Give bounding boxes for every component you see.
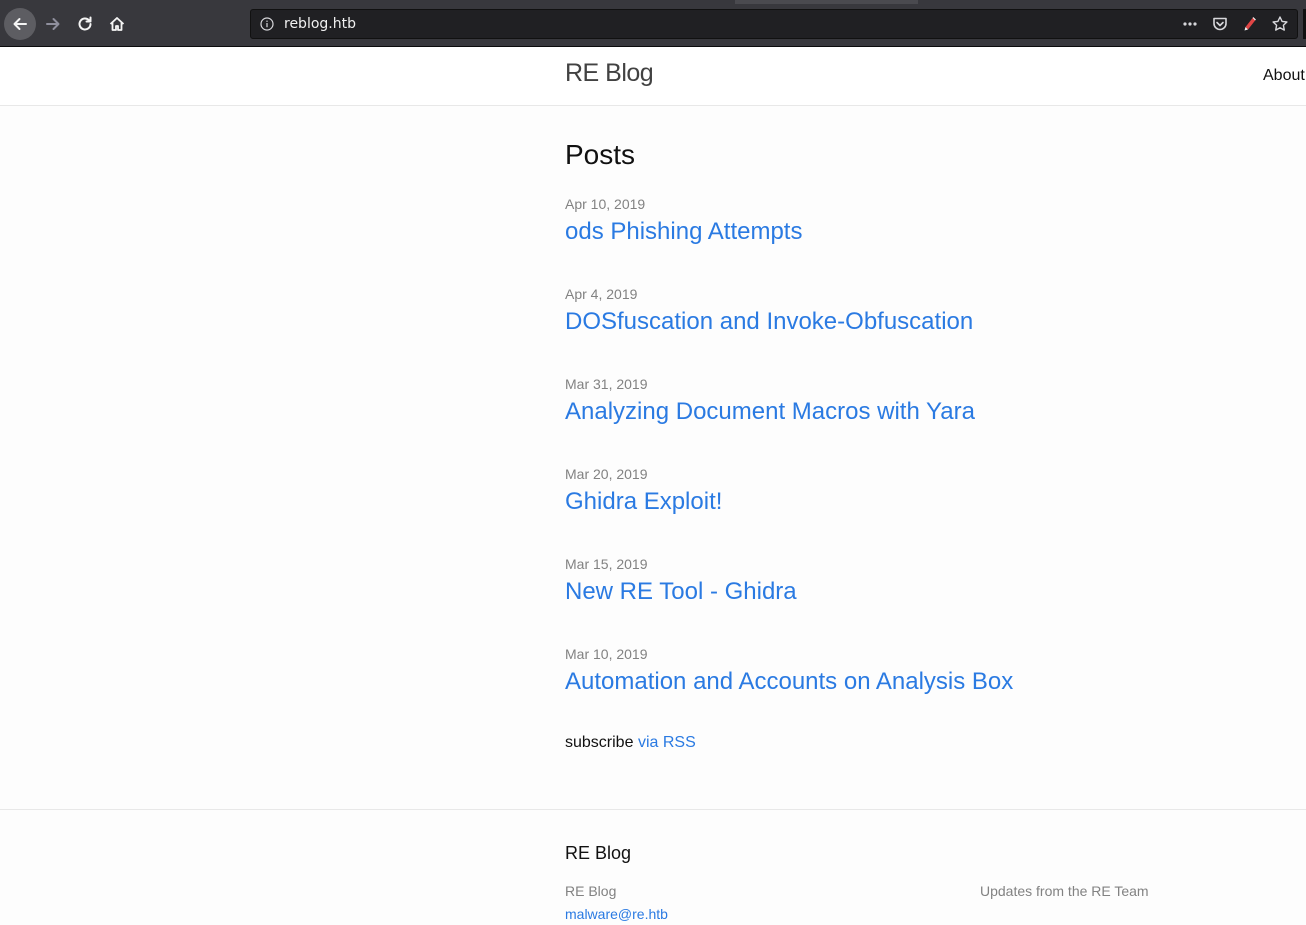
list-item: Mar 20, 2019 Ghidra Exploit! xyxy=(565,466,722,516)
tab-indicator xyxy=(735,0,918,4)
url-bar[interactable]: reblog.htb xyxy=(250,9,1298,39)
site-footer: RE Blog RE Blog malware@re.htb Updates f… xyxy=(0,809,1306,925)
post-link[interactable]: DOSfuscation and Invoke-Obfuscation xyxy=(565,308,973,336)
nav-about-link[interactable]: About xyxy=(1263,67,1305,85)
post-date: Mar 10, 2019 xyxy=(565,646,648,662)
post-link[interactable]: Ghidra Exploit! xyxy=(565,488,722,516)
posts-heading: Posts xyxy=(565,139,636,170)
list-item: Apr 10, 2019 ods Phishing Attempts xyxy=(565,196,802,246)
footer-description: Updates from the RE Team xyxy=(980,883,1149,899)
post-date: Apr 10, 2019 xyxy=(565,196,646,212)
site-title-link[interactable]: RE Blog xyxy=(565,59,654,88)
post-link[interactable]: Automation and Accounts on Analysis Box xyxy=(565,668,1013,696)
list-item: Mar 31, 2019 Analyzing Document Macros w… xyxy=(565,376,975,426)
post-date: Apr 4, 2019 xyxy=(565,286,638,302)
list-item: Mar 10, 2019 Automation and Accounts on … xyxy=(565,646,1013,696)
subscribe-line: subscribe via RSS xyxy=(565,734,696,752)
rss-link[interactable]: via RSS xyxy=(638,734,696,751)
reload-icon xyxy=(78,16,92,31)
back-button[interactable] xyxy=(4,8,36,40)
list-item: Mar 15, 2019 New RE Tool - Ghidra xyxy=(565,556,797,606)
bookmark-star-icon[interactable] xyxy=(1271,15,1289,33)
forward-button[interactable] xyxy=(37,8,69,40)
home-icon xyxy=(109,17,125,31)
post-date: Mar 31, 2019 xyxy=(565,376,648,392)
reload-button[interactable] xyxy=(69,8,101,40)
arrow-left-icon xyxy=(13,18,27,30)
post-link[interactable]: Analyzing Document Macros with Yara xyxy=(565,398,975,426)
footer-email-link[interactable]: malware@re.htb xyxy=(565,906,668,922)
browser-toolbar: reblog.htb xyxy=(0,0,1306,47)
home-button[interactable] xyxy=(101,8,133,40)
site-header: RE Blog About xyxy=(0,47,1306,106)
list-item: Apr 4, 2019 DOSfuscation and Invoke-Obfu… xyxy=(565,286,973,336)
pocket-icon[interactable] xyxy=(1211,15,1229,33)
page-actions-icon[interactable] xyxy=(1181,15,1199,33)
url-text[interactable]: reblog.htb xyxy=(284,16,356,32)
post-link[interactable]: ods Phishing Attempts xyxy=(565,218,802,246)
extension-pen-icon[interactable] xyxy=(1241,15,1259,33)
post-date: Mar 20, 2019 xyxy=(565,466,648,482)
post-link[interactable]: New RE Tool - Ghidra xyxy=(565,578,797,606)
footer-title: RE Blog xyxy=(565,843,632,863)
footer-site-name: RE Blog xyxy=(565,883,617,899)
info-icon[interactable] xyxy=(260,17,274,31)
arrow-right-icon xyxy=(46,18,60,30)
post-date: Mar 15, 2019 xyxy=(565,556,648,572)
subscribe-text: subscribe xyxy=(565,734,634,751)
